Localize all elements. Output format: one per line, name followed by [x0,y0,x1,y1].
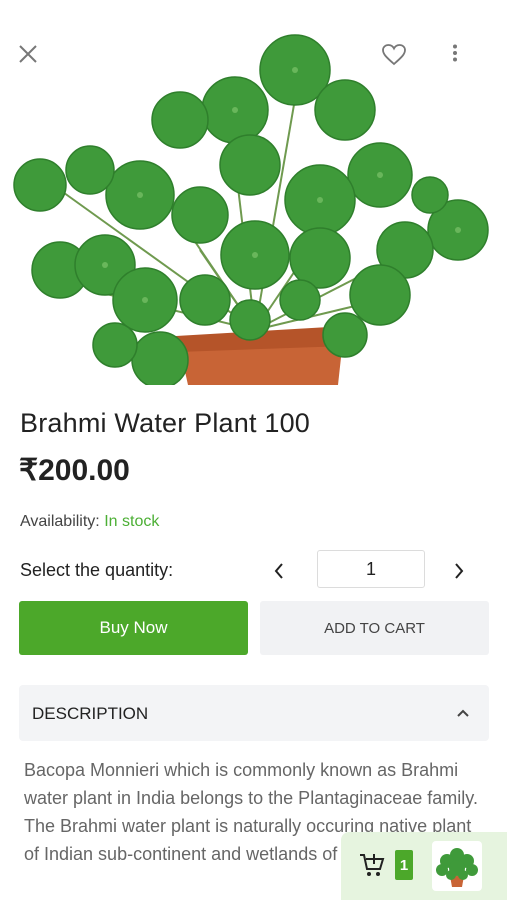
quantity-decrease-button[interactable] [264,556,294,586]
description-title: DESCRIPTION [32,704,149,723]
description-toggle[interactable] [451,701,475,725]
add-to-cart-button[interactable]: ADD TO CART [260,601,489,655]
stock-status: In stock [104,513,160,530]
close-button[interactable] [18,44,52,78]
close-icon [19,45,37,63]
quantity-label: Select the quantity: [20,560,174,580]
product-title: Brahmi Water Plant 100 [20,408,311,438]
plant-illustration [13,34,489,385]
cart-count-badge: 1 [395,850,413,880]
chevron-left-icon [274,563,283,579]
heart-icon [382,44,406,66]
buy-now-button[interactable]: Buy Now [19,601,248,655]
more-options-button[interactable] [452,44,482,78]
favorite-button[interactable] [382,44,416,78]
floating-cart[interactable]: 1 [341,832,507,900]
availability-label: Availability: [20,513,100,530]
quantity-increase-button[interactable] [444,556,474,586]
product-image [0,0,507,385]
plant-thumbnail [436,848,478,887]
cart-add-icon [360,854,385,876]
cart-item-thumbnail [432,841,482,891]
availability: Availability: In stock [20,513,159,531]
more-vertical-icon [453,44,457,62]
product-price: ₹200.00 [19,454,130,487]
description-header[interactable]: DESCRIPTION [19,685,489,741]
chevron-up-icon [457,709,469,717]
chevron-right-icon [455,563,464,579]
quantity-input[interactable]: 1 [317,550,425,588]
